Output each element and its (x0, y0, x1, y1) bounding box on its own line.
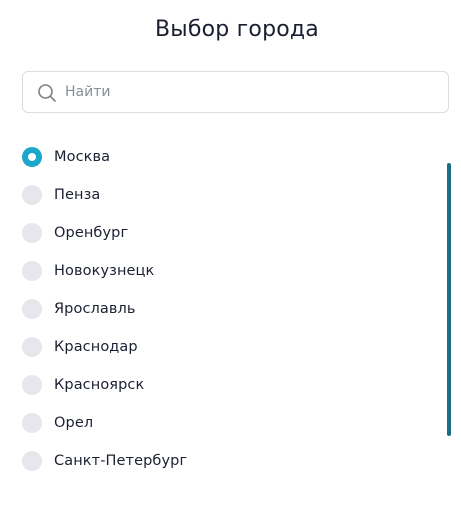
city-label: Ярославль (54, 301, 136, 317)
city-radio[interactable] (22, 299, 42, 319)
city-item-yaroslavl[interactable]: Ярославль (22, 290, 422, 328)
scrollbar[interactable] (447, 163, 451, 436)
city-item-krasnoyarsk[interactable]: Красноярск (22, 366, 422, 404)
city-list: Москва Пенза Оренбург Новокузнецк Яросла… (22, 138, 422, 480)
city-label: Новокузнецк (54, 263, 155, 279)
city-label: Орел (54, 415, 94, 431)
city-label: Москва (54, 149, 111, 165)
city-item-orenburg[interactable]: Оренбург (22, 214, 422, 252)
city-label: Красноярск (54, 377, 145, 393)
search-icon (37, 83, 57, 103)
city-radio[interactable] (22, 147, 42, 167)
city-item-orel[interactable]: Орел (22, 404, 422, 442)
search-input[interactable] (65, 72, 435, 112)
search-field[interactable] (22, 71, 449, 113)
city-label: Краснодар (54, 339, 138, 355)
city-item-penza[interactable]: Пенза (22, 176, 422, 214)
city-label: Санкт-Петербург (54, 453, 188, 469)
city-item-krasnodar[interactable]: Краснодар (22, 328, 422, 366)
city-radio[interactable] (22, 261, 42, 281)
city-item-novokuznetsk[interactable]: Новокузнецк (22, 252, 422, 290)
city-radio[interactable] (22, 223, 42, 243)
city-item-sankt-peterburg[interactable]: Санкт-Петербург (22, 442, 422, 480)
city-radio[interactable] (22, 451, 42, 471)
city-radio[interactable] (22, 375, 42, 395)
city-radio[interactable] (22, 185, 42, 205)
page-title: Выбор города (155, 17, 319, 42)
city-label: Оренбург (54, 225, 129, 241)
city-radio[interactable] (22, 337, 42, 357)
city-item-moskva[interactable]: Москва (22, 138, 422, 176)
city-label: Пенза (54, 187, 101, 203)
city-radio[interactable] (22, 413, 42, 433)
